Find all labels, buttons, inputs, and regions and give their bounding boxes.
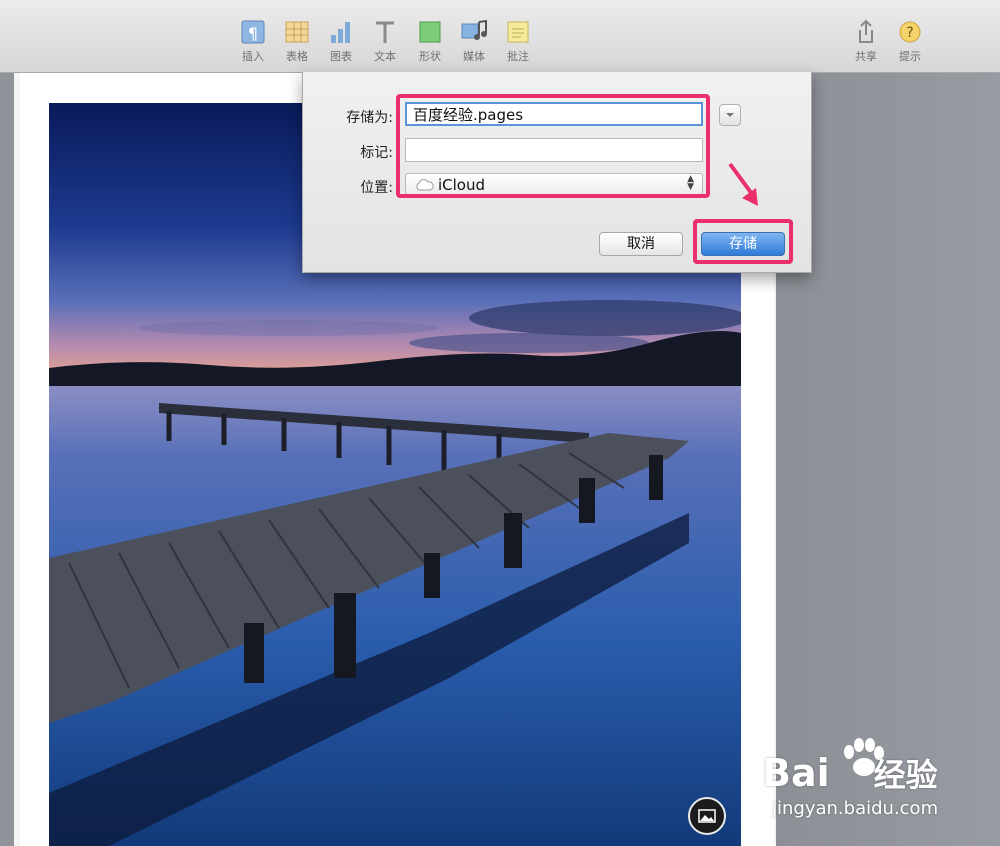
toolbar-share-button[interactable]: 共享	[844, 18, 888, 64]
watermark-logo-cn: 经验	[873, 756, 938, 794]
toolbar-shape-button[interactable]: 形状	[408, 18, 452, 64]
svg-text:¶: ¶	[248, 24, 258, 43]
toolbar-media-label: 媒体	[463, 50, 485, 63]
baidu-watermark: Bai 经验 jingyan.baidu.com	[762, 738, 982, 828]
insert-icon: ¶	[241, 20, 265, 44]
expand-dialog-button[interactable]	[719, 104, 741, 126]
watermark-logo-latin: Bai	[762, 751, 830, 795]
media-icon	[461, 19, 487, 40]
toolbar-table-button[interactable]: 表格	[275, 18, 319, 64]
toolbar-share-label: 共享	[855, 50, 877, 63]
highlight-fields-box	[396, 94, 710, 198]
toolbar-insert-button[interactable]: ¶ 插入	[231, 18, 275, 64]
svg-text:?: ?	[906, 25, 913, 41]
toolbar-text-label: 文本	[374, 50, 396, 63]
help-icon: ?	[899, 21, 921, 43]
table-icon	[285, 21, 309, 43]
chart-icon	[331, 22, 350, 43]
text-icon	[376, 21, 394, 43]
toolbar-tips-button[interactable]: ? 提示	[888, 18, 932, 64]
toolbar-chart-label: 图表	[330, 50, 352, 63]
location-label: 位置:	[360, 180, 393, 196]
chevron-down-icon	[726, 113, 734, 117]
tags-label: 标记:	[360, 145, 393, 161]
replace-image-button[interactable]	[688, 797, 726, 835]
toolbar: ¶ 插入 表格 图表 文本 形状 媒体 批注 共享 ? 提示	[0, 0, 1000, 73]
share-icon	[859, 19, 873, 43]
toolbar-text-button[interactable]: 文本	[363, 18, 407, 64]
comment-icon	[507, 21, 529, 43]
watermark-logo: Bai 经验	[762, 750, 938, 796]
annotation-arrow-icon	[728, 162, 758, 206]
toolbar-insert-label: 插入	[242, 50, 264, 63]
toolbar-tips-label: 提示	[899, 50, 921, 63]
toolbar-comment-button[interactable]: 批注	[496, 18, 540, 64]
shape-icon	[419, 21, 441, 43]
toolbar-shape-label: 形状	[419, 50, 441, 63]
save-as-label: 存储为:	[346, 110, 393, 126]
highlight-save-box	[693, 219, 793, 264]
toolbar-chart-button[interactable]: 图表	[319, 18, 363, 64]
toolbar-table-label: 表格	[286, 50, 308, 63]
cancel-button[interactable]: 取消	[599, 232, 683, 256]
toolbar-comment-label: 批注	[507, 50, 529, 63]
watermark-url: jingyan.baidu.com	[772, 798, 939, 819]
image-icon	[698, 809, 716, 823]
toolbar-media-button[interactable]: 媒体	[452, 18, 496, 64]
